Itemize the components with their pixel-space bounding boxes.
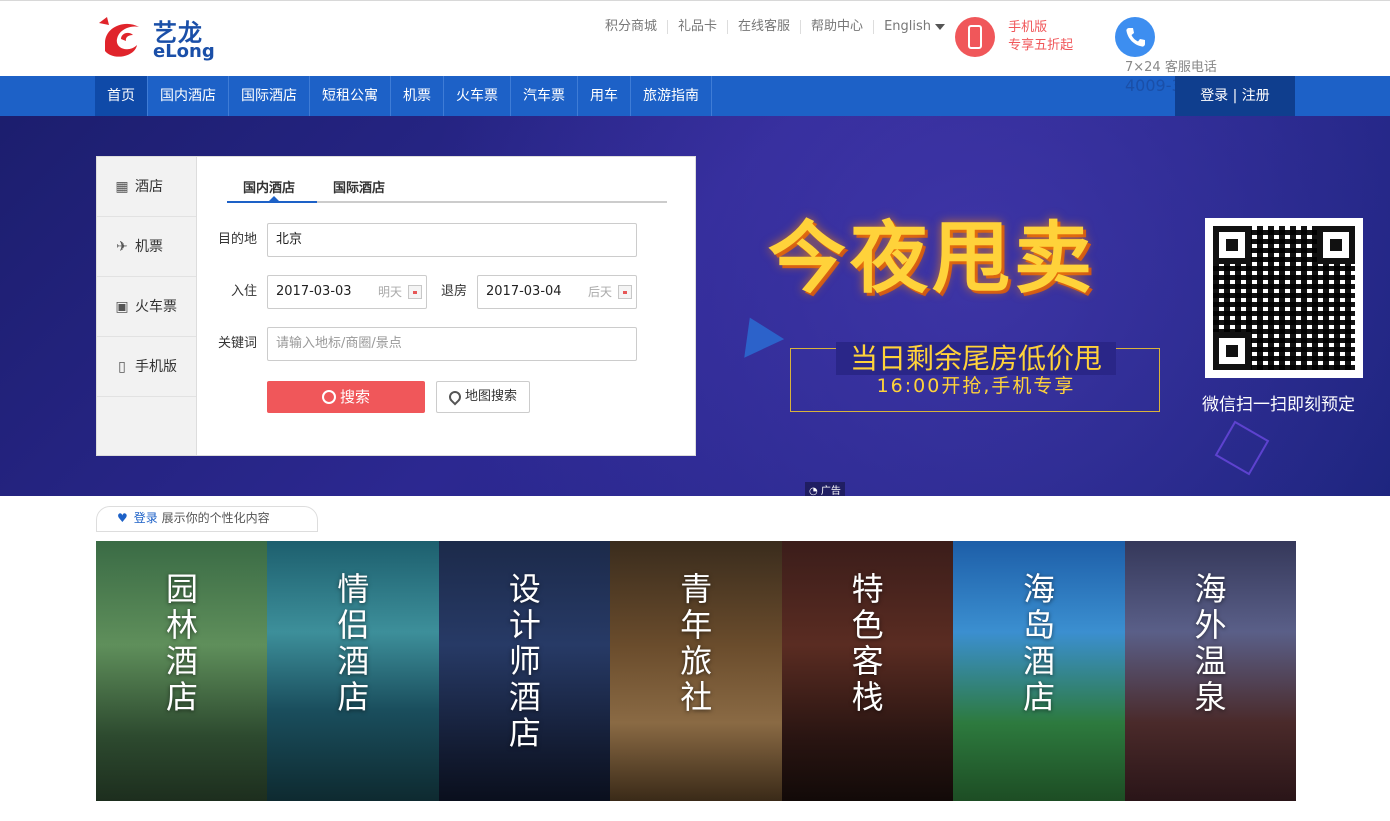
hotel-theme-cards: 园林酒店 情侣酒店 设计师酒店 青年旅社 特色客栈 海岛酒店 海外温泉 (96, 541, 1296, 801)
mobile-subtitle: 专享五折起 (1008, 38, 1074, 53)
dates-row: 入住 2017-03-03 明天 退房 2017-03-04 后天 (227, 275, 667, 311)
elong-logo[interactable]: 艺龙 eLong (95, 13, 215, 65)
ad-label: ◔ 广告 (805, 482, 845, 496)
airplane-icon: ✈ (116, 239, 128, 255)
map-search-button[interactable]: 地图搜索 (436, 381, 530, 413)
language-selector[interactable]: English (873, 20, 955, 34)
chevron-down-icon (935, 23, 946, 30)
heart-icon: ♥ (117, 511, 128, 525)
mobile-phone-icon (955, 17, 995, 57)
checkin-date-value: 2017-03-03 (276, 284, 352, 299)
nav-item-buses[interactable]: 汽车票 (511, 76, 578, 116)
top-links: 积分商城 礼品卡 在线客服 帮助中心 English (595, 19, 955, 34)
destination-input[interactable]: 北京 (267, 223, 637, 257)
mobile-app-promo[interactable]: 手机版 专享五折起 (955, 17, 1073, 57)
login-register-button[interactable]: 登录 | 注册 (1175, 76, 1295, 116)
search-icon (321, 389, 336, 404)
map-pin-icon (446, 388, 464, 405)
nav-item-international-hotels[interactable]: 国际酒店 (229, 76, 310, 116)
checkin-date-input[interactable]: 2017-03-03 明天 (267, 275, 427, 309)
dragon-logo-icon (99, 17, 139, 57)
tab-domestic-hotel[interactable]: 国内酒店 (243, 177, 295, 196)
top-link-online-service[interactable]: 在线客服 (727, 20, 800, 34)
checkout-hint: 后天 (587, 285, 612, 299)
nav-item-short-rentals[interactable]: 短租公寓 (310, 76, 391, 116)
hotel-type-tabs: 国内酒店 国际酒店 (227, 157, 667, 203)
tip-text: 展示你的个性化内容 (161, 511, 270, 525)
theme-card-label: 海岛酒店 (1023, 570, 1056, 716)
keyword-row: 关键词 请输入地标/商圈/景点 (218, 327, 667, 363)
tab-international-hotel[interactable]: 国际酒店 (333, 177, 385, 196)
theme-card-designer-hotel[interactable]: 设计师酒店 (438, 541, 611, 801)
hero-banner[interactable]: ▦ 酒店 ✈ 机票 ▣ 火车票 ▯ 手机版 国内酒店 国际酒店 目的地 北京 入住 20… (0, 116, 1390, 496)
top-link-gift-card[interactable]: 礼品卡 (667, 20, 727, 34)
nav-item-flights[interactable]: 机票 (391, 76, 444, 116)
search-form: 国内酒店 国际酒店 目的地 北京 入住 2017-03-03 明天 退房 201… (218, 157, 667, 455)
top-link-points-mall[interactable]: 积分商城 (595, 20, 667, 34)
checkout-date-input[interactable]: 2017-03-04 后天 (477, 275, 637, 309)
side-tab-mobile[interactable]: ▯ 手机版 (97, 337, 196, 397)
destination-label: 目的地 (217, 232, 257, 247)
checkin-hint: 明天 (377, 285, 402, 299)
carousel-indicators (1170, 484, 1298, 496)
theme-card-label: 青年旅社 (680, 570, 713, 716)
hotline-label: 7×24 客服电话 (1125, 60, 1217, 75)
promo-frame: 当日剩余尾房低价甩 16:00开抢,手机专享 (790, 342, 1160, 412)
checkin-label: 入住 (230, 284, 257, 299)
site-header: 艺龙 eLong 积分商城 礼品卡 在线客服 帮助中心 English 手机版 专享五折… (0, 0, 1390, 95)
checkout-date-value: 2017-03-04 (486, 284, 562, 299)
promo-time-note: 16:00开抢,手机专享 (876, 375, 1076, 397)
logo-english-text: eLong (153, 41, 215, 62)
wechat-qr-code (1205, 218, 1363, 378)
hotel-search-panel: ▦ 酒店 ✈ 机票 ▣ 火车票 ▯ 手机版 国内酒店 国际酒店 目的地 北京 入住 20… (96, 156, 696, 456)
keyword-input[interactable]: 请输入地标/商圈/景点 (267, 327, 637, 361)
side-tab-flight[interactable]: ✈ 机票 (97, 217, 196, 277)
theme-card-couple-hotel[interactable]: 情侣酒店 (267, 541, 439, 801)
nav-item-travel-guide[interactable]: 旅游指南 (631, 76, 712, 116)
mobile-icon: ▯ (118, 359, 126, 375)
theme-card-label: 特色客栈 (851, 570, 884, 716)
tip-login-link[interactable]: 登录 (134, 511, 158, 525)
theme-card-label: 园林酒店 (165, 570, 198, 716)
top-link-help-center[interactable]: 帮助中心 (800, 20, 873, 34)
calendar-icon (618, 285, 632, 299)
nav-item-trains[interactable]: 火车票 (444, 76, 511, 116)
product-side-tabs: ▦ 酒店 ✈ 机票 ▣ 火车票 ▯ 手机版 (97, 157, 197, 455)
building-icon: ▦ (115, 179, 129, 195)
side-tab-train[interactable]: ▣ 火车票 (97, 277, 196, 337)
checkout-label: 退房 (440, 284, 467, 299)
nav-item-domestic-hotels[interactable]: 国内酒店 (148, 76, 229, 116)
mobile-title: 手机版 (1008, 20, 1048, 35)
destination-row: 目的地 北京 (218, 223, 667, 259)
theme-card-boutique-inn[interactable]: 特色客栈 (781, 541, 954, 801)
theme-card-overseas-hot-spring[interactable]: 海外温泉 (1124, 541, 1296, 801)
language-label: English (884, 19, 932, 34)
theme-card-label: 情侣酒店 (337, 570, 370, 716)
theme-card-garden-hotel[interactable]: 园林酒店 (96, 541, 268, 801)
theme-card-youth-hostel[interactable]: 青年旅社 (610, 541, 782, 801)
promo-headline: 今夜甩卖 (768, 214, 1097, 304)
theme-card-label: 设计师酒店 (508, 570, 541, 752)
train-icon: ▣ (115, 299, 129, 315)
nav-item-car-rental[interactable]: 用车 (578, 76, 631, 116)
theme-card-island-hotel[interactable]: 海岛酒店 (953, 541, 1125, 801)
search-button[interactable]: 搜索 (267, 381, 425, 413)
telephone-icon (1115, 17, 1155, 57)
nav-item-home[interactable]: 首页 (95, 76, 148, 116)
side-tab-hotel[interactable]: ▦ 酒店 (97, 157, 196, 217)
qr-caption: 微信扫一扫即刻预定 (1202, 395, 1355, 415)
keyword-label: 关键词 (217, 336, 257, 351)
main-navigation: 首页 国内酒店 国际酒店 短租公寓 机票 火车票 汽车票 用车 旅游指南 登录 … (0, 76, 1390, 116)
theme-card-label: 海外温泉 (1194, 570, 1227, 716)
personalized-login-tip[interactable]: ♥ 登录 展示你的个性化内容 (96, 506, 318, 532)
